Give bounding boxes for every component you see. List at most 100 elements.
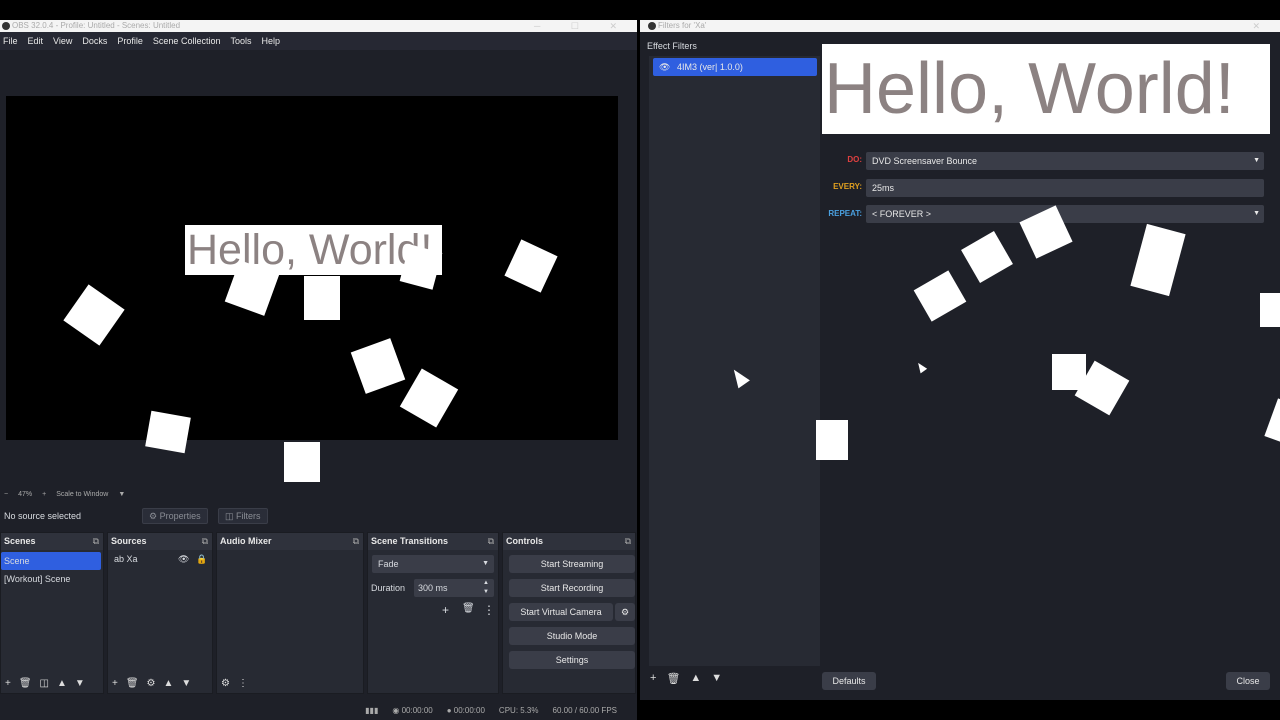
sources-dock: Sources ⧉ ab Xa 👁 🔒 + 🗑 ⚙ ▲ ▼ xyxy=(107,532,213,694)
scenes-dock-title: Scenes xyxy=(4,536,36,546)
more-icon[interactable]: ⋮ xyxy=(238,678,248,689)
properties-button[interactable]: ⚙ Properties xyxy=(142,508,208,524)
controls-dock: Controls ⧉ Start Streaming Start Recordi… xyxy=(502,532,636,694)
close-button[interactable]: Close xyxy=(1226,672,1270,690)
settings-button[interactable]: Settings xyxy=(509,651,635,669)
stepper-icon[interactable]: ▲ ▼ xyxy=(483,579,489,597)
source-item[interactable]: ab Xa 👁 🔒 xyxy=(108,550,212,568)
letter-block xyxy=(63,284,125,346)
move-down-icon[interactable]: ▼ xyxy=(711,672,722,685)
move-down-icon[interactable]: ▼ xyxy=(181,678,191,689)
add-icon[interactable]: + xyxy=(5,678,11,689)
menu-view[interactable]: View xyxy=(53,36,72,46)
menu-edit[interactable]: Edit xyxy=(28,36,44,46)
eye-icon[interactable]: 👁 xyxy=(659,58,670,76)
controls-header: Controls ⧉ xyxy=(503,533,635,550)
audio-mixer-header: Audio Mixer ⧉ xyxy=(217,533,363,550)
transition-select[interactable]: Fade ▼ xyxy=(372,555,494,573)
chevron-down-icon[interactable]: ▼ xyxy=(118,491,125,498)
transitions-header: Scene Transitions ⧉ xyxy=(368,533,498,550)
trash-icon[interactable]: 🗑 xyxy=(666,672,680,685)
add-icon[interactable]: + xyxy=(650,672,656,685)
dock-float-icon[interactable]: ⧉ xyxy=(488,533,494,550)
filters-button[interactable]: ◫ Filters xyxy=(218,508,268,524)
obs-logo-icon xyxy=(648,22,656,30)
more-icon[interactable]: ⋮ xyxy=(483,603,495,617)
zoom-mode[interactable]: Scale to Window xyxy=(56,491,108,498)
menu-profile[interactable]: Profile xyxy=(117,36,143,46)
scene-item[interactable]: [Workout] Scene xyxy=(1,570,103,588)
move-up-icon[interactable]: ▲ xyxy=(57,678,67,689)
trash-icon[interactable]: 🗑 xyxy=(126,678,139,689)
start-recording-button[interactable]: Start Recording xyxy=(509,579,635,597)
source-name: Xa xyxy=(126,554,138,564)
obs-main-window: OBS 32.0.4 - Profile: Untitled - Scenes:… xyxy=(0,20,637,720)
text-source-icon: ab xyxy=(114,554,127,564)
move-down-icon[interactable]: ▼ xyxy=(75,678,85,689)
window-controls[interactable]: ─ ☐ ✕ xyxy=(534,20,631,32)
filter-item[interactable]: 👁 4IM3 (ver| 1.0.0) xyxy=(653,58,817,76)
duration-value: 300 ms xyxy=(418,583,448,593)
filters-window: Filters for 'Xa' ✕ Effect Filters 👁 4IM3… xyxy=(640,20,1280,700)
filter-icon[interactable]: ◫ xyxy=(40,678,49,689)
transitions-title: Scene Transitions xyxy=(371,536,449,546)
every-input[interactable]: 25ms xyxy=(866,179,1264,197)
preview-canvas[interactable]: Hello, World! xyxy=(6,96,618,482)
zoom-in-button[interactable]: + xyxy=(42,491,46,498)
filters-left-panel: Effect Filters 👁 4IM3 (ver| 1.0.0) + 🗑 ▲… xyxy=(646,38,821,688)
filters-window-title: Filters for 'Xa' xyxy=(658,21,707,30)
menu-scene-collection[interactable]: Scene Collection xyxy=(153,36,221,46)
trash-icon[interactable]: 🗑 xyxy=(462,603,475,614)
repeat-select[interactable]: < FOREVER > ▼ xyxy=(866,205,1264,223)
letter-block xyxy=(399,368,459,428)
stream-icon: ◉ xyxy=(392,705,402,715)
zoom-out-button[interactable]: − xyxy=(4,491,8,498)
defaults-button[interactable]: Defaults xyxy=(822,672,876,690)
letter-block xyxy=(284,442,320,482)
do-select[interactable]: DVD Screensaver Bounce ▼ xyxy=(866,152,1264,170)
trash-icon[interactable]: 🗑 xyxy=(19,678,32,689)
menu-help[interactable]: Help xyxy=(261,36,280,46)
menu-docks[interactable]: Docks xyxy=(82,36,107,46)
start-streaming-button[interactable]: Start Streaming xyxy=(509,555,635,573)
zoom-bar: − 47% + Scale to Window ▼ xyxy=(0,488,637,500)
transition-type: Fade xyxy=(378,559,399,569)
dock-float-icon[interactable]: ⧉ xyxy=(93,533,99,550)
menu-file[interactable]: File xyxy=(3,36,18,46)
fps-readout: 60.00 / 60.00 FPS xyxy=(552,705,618,715)
letter-block xyxy=(145,410,191,454)
letter-block xyxy=(504,239,558,293)
close-icon[interactable]: ✕ xyxy=(1252,20,1274,32)
rec-time: ● 00:00:00 xyxy=(447,706,485,715)
add-icon[interactable]: + xyxy=(442,603,449,617)
gear-icon: ⚙ xyxy=(149,510,160,521)
scene-item[interactable]: Scene xyxy=(1,552,101,570)
letter-block xyxy=(1260,293,1280,327)
move-up-icon[interactable]: ▲ xyxy=(690,672,701,685)
start-virtual-camera-button[interactable]: Start Virtual Camera xyxy=(509,603,613,621)
dock-float-icon[interactable]: ⧉ xyxy=(353,533,359,550)
scenes-dock-header: Scenes ⧉ xyxy=(1,533,103,550)
advanced-audio-icon[interactable]: ⚙ xyxy=(221,678,230,689)
gear-icon[interactable]: ⚙ xyxy=(147,678,156,689)
preview-area[interactable]: Hello, World! xyxy=(0,50,637,488)
filter-properties-panel: Hello, World! DO: DVD Screensaver Bounce… xyxy=(816,38,1280,670)
virtual-camera-gear-icon[interactable]: ⚙ xyxy=(615,603,635,621)
network-icon: ▮▮▮ xyxy=(365,705,379,715)
lock-icon[interactable]: 🔒 xyxy=(196,550,207,568)
filters-label: Filters xyxy=(236,511,261,521)
add-icon[interactable]: + xyxy=(112,678,118,689)
duration-field[interactable]: 300 ms ▲ ▼ xyxy=(414,579,494,597)
eye-icon[interactable]: 👁 xyxy=(178,550,189,568)
chevron-down-icon: ▼ xyxy=(1253,157,1260,164)
zoom-percent: 47% xyxy=(18,490,33,498)
repeat-value: < FOREVER > xyxy=(872,209,932,219)
chevron-down-icon: ▼ xyxy=(482,560,489,567)
menu-tools[interactable]: Tools xyxy=(230,36,251,46)
stream-time: ◉ 00:00:00 xyxy=(392,706,432,715)
dock-float-icon[interactable]: ⧉ xyxy=(202,533,208,550)
studio-mode-button[interactable]: Studio Mode xyxy=(509,627,635,645)
dock-float-icon[interactable]: ⧉ xyxy=(625,533,631,550)
move-up-icon[interactable]: ▲ xyxy=(164,678,174,689)
controls-title: Controls xyxy=(506,536,543,546)
